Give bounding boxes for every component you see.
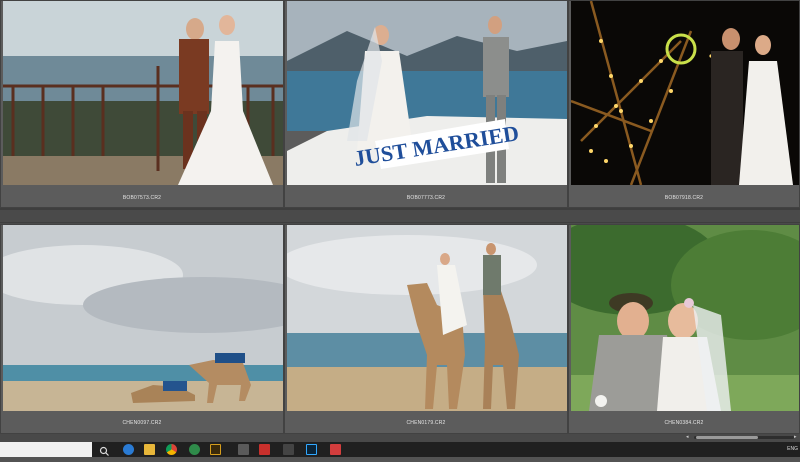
scrollbar-track[interactable] bbox=[694, 436, 794, 439]
app-icon[interactable] bbox=[330, 444, 341, 455]
chrome-icon[interactable] bbox=[166, 444, 177, 455]
thumbnail-image[interactable] bbox=[3, 1, 283, 185]
thumbnail-image[interactable]: JUST MARRIED bbox=[287, 1, 567, 185]
bridge-icon[interactable] bbox=[210, 444, 221, 455]
thumbnail-cell[interactable]: CHEN0097.CR2 bbox=[0, 224, 284, 434]
input-language-indicator[interactable]: ENG bbox=[787, 446, 798, 452]
thumbnail-image[interactable] bbox=[287, 225, 567, 411]
horizontal-scrollbar[interactable]: ◂ ▸ bbox=[0, 434, 800, 442]
thumbnail-image[interactable] bbox=[571, 1, 799, 185]
search-icon[interactable] bbox=[99, 444, 110, 456]
row-divider bbox=[0, 222, 800, 223]
thumbnail-image[interactable] bbox=[571, 225, 799, 411]
app-icon[interactable] bbox=[259, 444, 270, 455]
app-icon[interactable] bbox=[238, 444, 249, 455]
scroll-right-arrow-icon[interactable]: ▸ bbox=[794, 435, 800, 440]
photoshop-icon[interactable] bbox=[306, 444, 317, 455]
scroll-left-arrow-icon[interactable]: ◂ bbox=[686, 435, 692, 440]
row-divider bbox=[0, 208, 800, 210]
thumbnail-cell[interactable]: BOB07918.CR2 bbox=[568, 0, 800, 208]
thumbnail-cell[interactable]: CHEN0384.CR2 bbox=[568, 224, 800, 434]
thumbnail-filename: CHEN0097.CR2 bbox=[122, 420, 162, 426]
thumbnail-cell[interactable]: BOB07573.CR2 bbox=[0, 0, 284, 208]
maps-icon[interactable] bbox=[189, 444, 200, 455]
app-icon[interactable] bbox=[283, 444, 294, 455]
scrollbar-thumb[interactable] bbox=[696, 436, 758, 439]
taskbar-search-box[interactable] bbox=[0, 442, 92, 457]
thumbnail-filename: BOB07773.CR2 bbox=[406, 195, 446, 201]
thumbnail-image[interactable] bbox=[3, 225, 283, 411]
thumbnail-cell[interactable]: CHEN0179.CR2 bbox=[284, 224, 568, 434]
explorer-icon[interactable] bbox=[144, 444, 155, 455]
thumbnail-cell[interactable]: JUST MARRIED BOB07773.CR2 bbox=[284, 0, 568, 208]
thumbnail-filename: CHEN0179.CR2 bbox=[406, 420, 446, 426]
thumbnail-filename: BOB07918.CR2 bbox=[664, 195, 704, 201]
taskbar: ENG bbox=[0, 442, 800, 457]
thumbnail-filename: CHEN0384.CR2 bbox=[664, 420, 704, 426]
thumbnail-filename: BOB07573.CR2 bbox=[122, 195, 162, 201]
edge-icon[interactable] bbox=[123, 444, 134, 455]
content-grid: BOB07573.CR2 JUST MARRIED BOB07773.CR2 B… bbox=[0, 0, 800, 434]
